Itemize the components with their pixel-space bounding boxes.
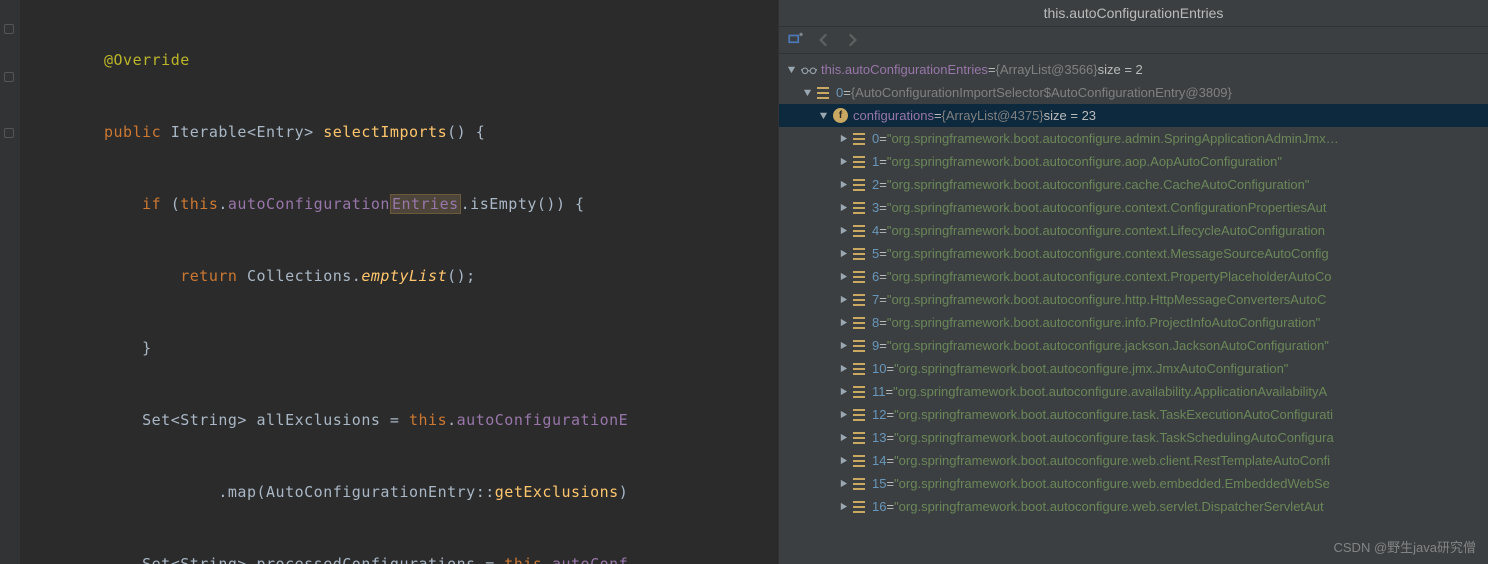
collapse-arrow-icon[interactable]: [837, 340, 849, 352]
annotation: @Override: [104, 51, 190, 69]
collapse-arrow-icon[interactable]: [837, 501, 849, 513]
gutter-fold-icon[interactable]: [4, 72, 14, 82]
tree-row[interactable]: 4 = "org.springframework.boot.autoconfig…: [779, 219, 1488, 242]
tree-row[interactable]: 7 = "org.springframework.boot.autoconfig…: [779, 288, 1488, 311]
tree-row-root[interactable]: this.autoConfigurationEntries = {ArrayLi…: [779, 58, 1488, 81]
array-icon: [853, 316, 867, 330]
debug-toolbar: [779, 27, 1488, 54]
collapse-arrow-icon[interactable]: [837, 156, 849, 168]
tree-row[interactable]: 9 = "org.springframework.boot.autoconfig…: [779, 334, 1488, 357]
watermark: CSDN @野生java研究僧: [1334, 537, 1477, 556]
expand-arrow-icon[interactable]: [801, 87, 813, 99]
array-icon: [853, 431, 867, 445]
collapse-arrow-icon[interactable]: [837, 133, 849, 145]
field-icon: f: [833, 108, 848, 123]
collapse-arrow-icon[interactable]: [837, 202, 849, 214]
forward-icon[interactable]: [843, 31, 861, 49]
array-icon: [853, 339, 867, 353]
collapse-arrow-icon[interactable]: [837, 432, 849, 444]
collapse-arrow-icon[interactable]: [837, 363, 849, 375]
collapse-arrow-icon[interactable]: [837, 225, 849, 237]
debug-title: this.autoConfigurationEntries: [779, 0, 1488, 27]
watch-icon: [801, 63, 817, 77]
array-icon: [853, 454, 867, 468]
array-icon: [853, 385, 867, 399]
debug-tree[interactable]: this.autoConfigurationEntries = {ArrayLi…: [779, 54, 1488, 564]
tree-row-selected[interactable]: f configurations = {ArrayList@4375} size…: [779, 104, 1488, 127]
collapse-arrow-icon[interactable]: [837, 248, 849, 260]
array-icon: [853, 224, 867, 238]
array-icon: [853, 178, 867, 192]
collapse-arrow-icon[interactable]: [837, 386, 849, 398]
tree-row[interactable]: 2 = "org.springframework.boot.autoconfig…: [779, 173, 1488, 196]
array-icon: [853, 201, 867, 215]
array-icon: [853, 270, 867, 284]
collapse-arrow-icon[interactable]: [837, 455, 849, 467]
expand-arrow-icon[interactable]: [817, 110, 829, 122]
array-icon: [853, 293, 867, 307]
collapse-arrow-icon[interactable]: [837, 294, 849, 306]
collapse-arrow-icon[interactable]: [837, 409, 849, 421]
array-icon: [853, 477, 867, 491]
debugger-panel: this.autoConfigurationEntries this.autoC…: [778, 0, 1488, 564]
tree-row[interactable]: 0 = "org.springframework.boot.autoconfig…: [779, 127, 1488, 150]
collapse-arrow-icon[interactable]: [837, 271, 849, 283]
collapse-arrow-icon[interactable]: [837, 179, 849, 191]
array-icon: [853, 500, 867, 514]
tree-row[interactable]: 8 = "org.springframework.boot.autoconfig…: [779, 311, 1488, 334]
expand-arrow-icon[interactable]: [785, 64, 797, 76]
array-icon: [853, 132, 867, 146]
array-icon: [853, 247, 867, 261]
tree-row[interactable]: 13 = "org.springframework.boot.autoconfi…: [779, 426, 1488, 449]
tree-row[interactable]: 5 = "org.springframework.boot.autoconfig…: [779, 242, 1488, 265]
collapse-arrow-icon[interactable]: [837, 317, 849, 329]
tree-row[interactable]: 12 = "org.springframework.boot.autoconfi…: [779, 403, 1488, 426]
array-icon: [853, 408, 867, 422]
tree-row[interactable]: 1 = "org.springframework.boot.autoconfig…: [779, 150, 1488, 173]
tree-row[interactable]: 11 = "org.springframework.boot.autoconfi…: [779, 380, 1488, 403]
gutter-fold-icon[interactable]: [4, 128, 14, 138]
tree-row[interactable]: 10 = "org.springframework.boot.autoconfi…: [779, 357, 1488, 380]
tree-row[interactable]: 3 = "org.springframework.boot.autoconfig…: [779, 196, 1488, 219]
back-icon[interactable]: [815, 31, 833, 49]
array-icon: [853, 362, 867, 376]
tree-row[interactable]: 0 = {AutoConfigurationImportSelector$Aut…: [779, 81, 1488, 104]
tree-row[interactable]: 15 = "org.springframework.boot.autoconfi…: [779, 472, 1488, 495]
tree-row[interactable]: 6 = "org.springframework.boot.autoconfig…: [779, 265, 1488, 288]
tree-row[interactable]: 14 = "org.springframework.boot.autoconfi…: [779, 449, 1488, 472]
code-editor[interactable]: @Override public Iterable<Entry> selectI…: [0, 0, 778, 564]
gutter-fold-icon[interactable]: [4, 24, 14, 34]
new-watch-icon[interactable]: [787, 31, 805, 49]
gutter: [0, 0, 20, 564]
array-icon: [817, 86, 831, 100]
tree-row[interactable]: 16 = "org.springframework.boot.autoconfi…: [779, 495, 1488, 518]
array-icon: [853, 155, 867, 169]
collapse-arrow-icon[interactable]: [837, 478, 849, 490]
